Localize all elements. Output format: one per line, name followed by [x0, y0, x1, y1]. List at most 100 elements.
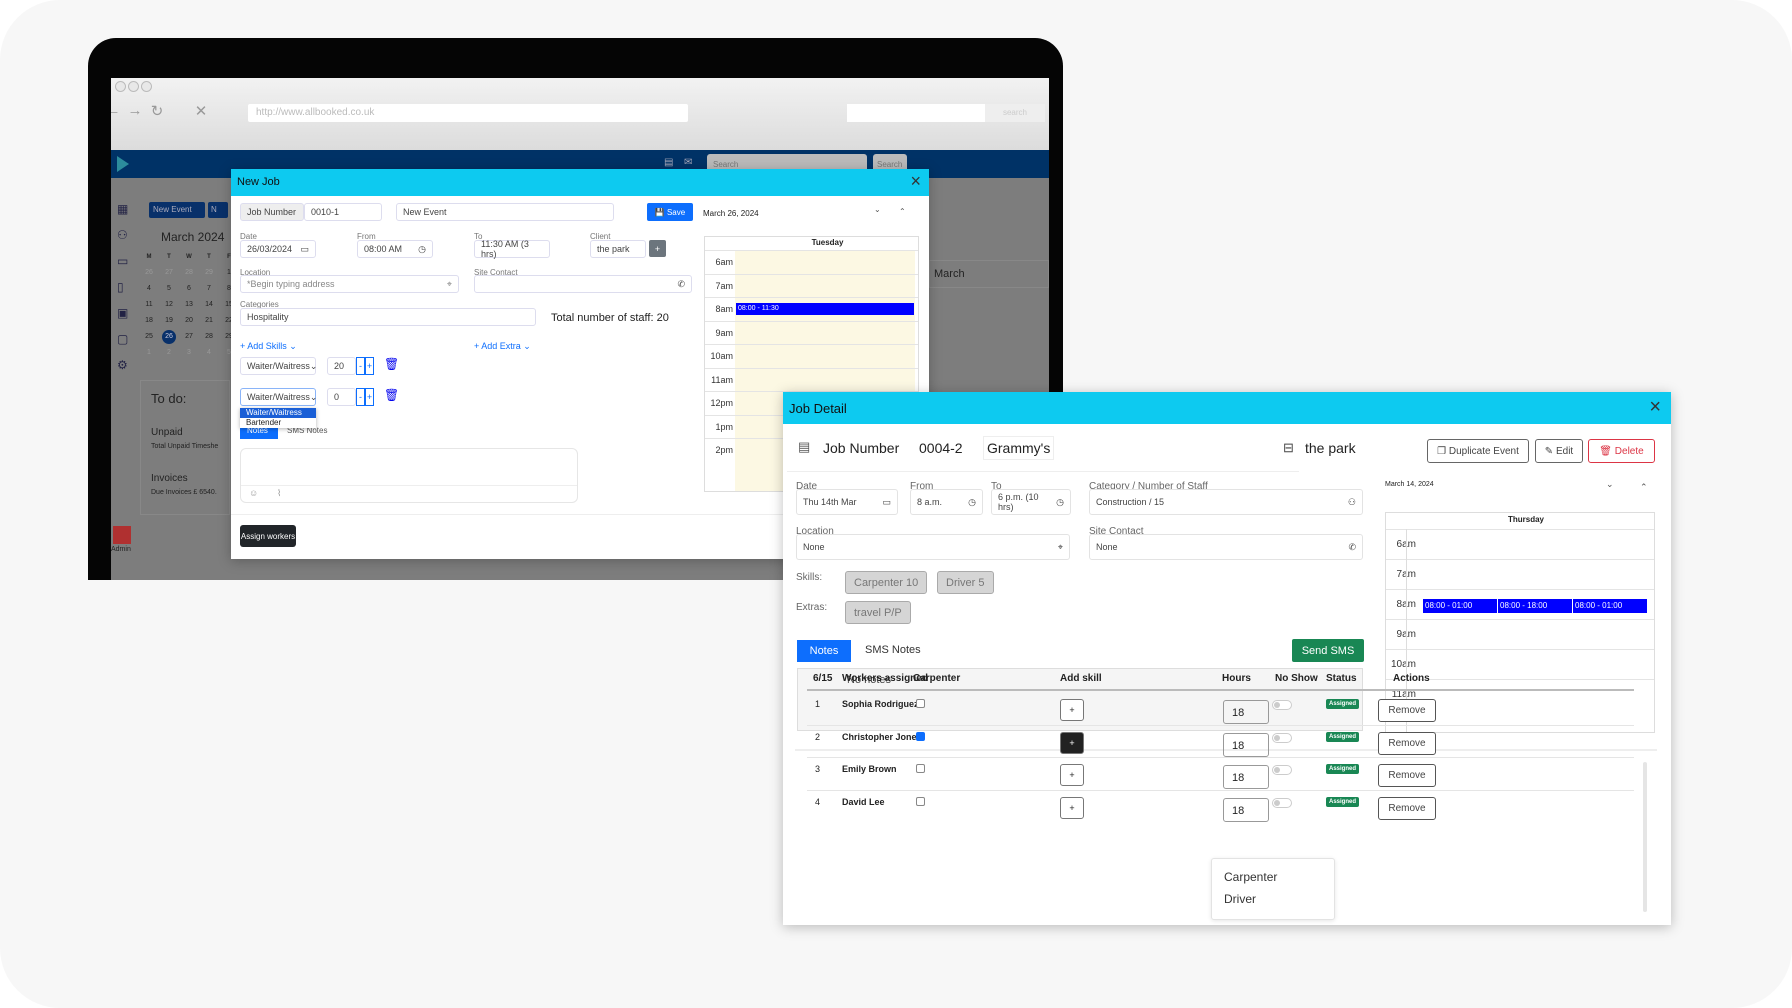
worker-name[interactable]: Emily Brown — [842, 764, 897, 774]
chevron-down-icon[interactable]: ⌄ — [874, 205, 881, 214]
calendar-day[interactable]: 18 — [142, 314, 156, 328]
browser-search[interactable]: search — [847, 104, 1045, 122]
calendar-day[interactable]: 2 — [162, 346, 176, 360]
no-show-toggle[interactable] — [1272, 732, 1292, 743]
menu-item-carpenter[interactable]: Carpenter — [1212, 859, 1334, 884]
assign-workers-button[interactable]: Assign workers — [240, 525, 296, 547]
calendar-day[interactable]: 27 — [162, 266, 176, 280]
document-icon[interactable]: ▯ — [117, 274, 131, 300]
client-input[interactable]: the park — [590, 240, 646, 258]
worker-name[interactable]: David Lee — [842, 797, 885, 807]
chat-icon[interactable]: ▢ — [117, 326, 131, 352]
calendar-day[interactable]: 25 — [142, 330, 156, 344]
notes-editor[interactable]: ☺ ⌇ — [240, 448, 578, 503]
calendar-day[interactable]: 4 — [202, 346, 216, 360]
calendar-day[interactable]: 26 — [142, 266, 156, 280]
forward-icon[interactable]: → — [125, 102, 145, 122]
increment-button[interactable]: + — [365, 357, 374, 375]
back-icon[interactable]: ← — [111, 102, 123, 122]
calendar-day[interactable]: 26 — [162, 330, 176, 344]
dropdown-option[interactable]: Waiter/Waitress — [240, 408, 316, 418]
increment-button[interactable]: + — [365, 388, 374, 406]
carpenter-checkbox[interactable] — [916, 731, 925, 741]
window-min-dot[interactable] — [128, 81, 139, 92]
skill-select-1[interactable]: Waiter/Waitress ⌄ — [240, 357, 317, 375]
calendar-day[interactable]: 21 — [202, 314, 216, 328]
mail-icon[interactable]: ✉ — [684, 157, 692, 168]
skill-count-1[interactable]: 20 — [327, 357, 356, 375]
close-icon[interactable]: × — [910, 171, 921, 192]
scrollbar[interactable] — [1643, 762, 1647, 912]
calendar-day[interactable]: 14 — [202, 298, 216, 312]
job-number-input[interactable]: 0010-1 — [304, 203, 382, 221]
calendar-icon[interactable]: ▭ — [300, 244, 309, 255]
calendar-day[interactable]: 13 — [182, 298, 196, 312]
admin-avatar[interactable] — [113, 526, 131, 544]
skill-select-2[interactable]: Waiter/Waitress ⌄ — [240, 388, 317, 406]
hours-input[interactable]: 18 — [1223, 732, 1269, 757]
money-icon[interactable]: ▣ — [117, 300, 131, 326]
carpenter-checkbox[interactable] — [916, 764, 925, 773]
calendar-day[interactable]: 7 — [202, 282, 216, 296]
calendar-day[interactable]: 28 — [202, 330, 216, 344]
calendar-day[interactable]: 29 — [202, 266, 216, 280]
skill-count-2[interactable]: 0 — [327, 388, 356, 406]
calendar-day[interactable]: 19 — [162, 314, 176, 328]
chevron-up-icon[interactable]: ⌃ — [899, 207, 906, 216]
add-skill-button[interactable]: + — [1060, 764, 1084, 786]
emoji-icon[interactable]: ☺ — [249, 488, 258, 498]
calendar-day[interactable]: 4 — [142, 282, 156, 296]
remove-button[interactable]: Remove — [1378, 731, 1436, 755]
users-icon[interactable]: ⚇ — [117, 222, 131, 248]
stop-icon[interactable]: ✕ — [191, 102, 211, 122]
calendar-day[interactable]: 27 — [182, 330, 196, 344]
location-input[interactable]: *Begin typing address ⌖ — [240, 275, 459, 293]
trash-icon[interactable]: 🗑 — [384, 357, 399, 371]
add-extra-link[interactable]: + Add Extra ⌄ — [474, 341, 531, 352]
browser-search-button[interactable]: search — [985, 104, 1045, 122]
decrement-button[interactable]: - — [356, 357, 365, 375]
remove-button[interactable]: Remove — [1378, 796, 1436, 820]
calendar-event[interactable]: 08:00 - 11:30 — [736, 303, 914, 315]
url-bar[interactable]: http://www.allbooked.co.uk — [248, 104, 688, 122]
gear-icon[interactable]: ⚙ — [117, 352, 131, 378]
calendar-day[interactable]: 1 — [142, 346, 156, 360]
categories-input[interactable]: Hospitality — [240, 308, 536, 326]
remove-button[interactable]: Remove — [1378, 764, 1436, 787]
calendar-day[interactable]: 12 — [162, 298, 176, 312]
decrement-button[interactable]: - — [356, 388, 365, 406]
no-show-toggle[interactable] — [1272, 765, 1292, 775]
add-skill-button[interactable]: + — [1060, 796, 1084, 819]
calendar-day[interactable]: 20 — [182, 314, 196, 328]
calendar-bell-icon[interactable]: ▤ — [664, 157, 673, 168]
hours-input[interactable]: 18 — [1223, 797, 1269, 822]
briefcase-icon[interactable]: ▭ — [117, 248, 131, 274]
dropdown-option[interactable]: Bartender — [240, 418, 316, 428]
worker-name[interactable]: Christopher Jones — [842, 732, 922, 742]
add-skill-button[interactable]: + — [1060, 731, 1084, 754]
calendar-day[interactable]: 11 — [142, 298, 156, 312]
carpenter-checkbox[interactable] — [916, 796, 925, 806]
add-skill-button[interactable]: + — [1060, 699, 1084, 721]
add-skills-link[interactable]: + Add Skills ⌄ — [240, 341, 297, 352]
to-input[interactable]: 11:30 AM (3 hrs) — [474, 239, 550, 259]
hours-input[interactable]: 18 — [1223, 765, 1269, 789]
calendar-day[interactable]: 3 — [182, 346, 196, 360]
from-input[interactable]: 08:00 AM ◷ — [357, 240, 433, 258]
carpenter-checkbox[interactable] — [916, 699, 925, 708]
calendar-day[interactable]: 28 — [182, 266, 196, 280]
no-show-toggle[interactable] — [1272, 797, 1292, 808]
new-event-button[interactable]: New Event — [149, 202, 205, 218]
calendar-day[interactable]: 6 — [182, 282, 196, 296]
no-show-toggle[interactable] — [1272, 700, 1292, 710]
dashboard-icon[interactable]: ▦ — [117, 196, 131, 222]
new-button-2[interactable]: N — [208, 202, 228, 218]
add-client-button[interactable]: + — [649, 240, 666, 257]
hours-input[interactable]: 18 — [1223, 700, 1269, 724]
window-close-dot[interactable] — [115, 81, 126, 92]
remove-button[interactable]: Remove — [1378, 699, 1436, 722]
reload-icon[interactable]: ↻ — [147, 102, 167, 122]
date-input[interactable]: 26/03/2024 ▭ — [240, 240, 316, 258]
site-contact-input[interactable]: ✆ — [474, 275, 692, 293]
save-button[interactable]: 💾 Save — [647, 203, 693, 221]
